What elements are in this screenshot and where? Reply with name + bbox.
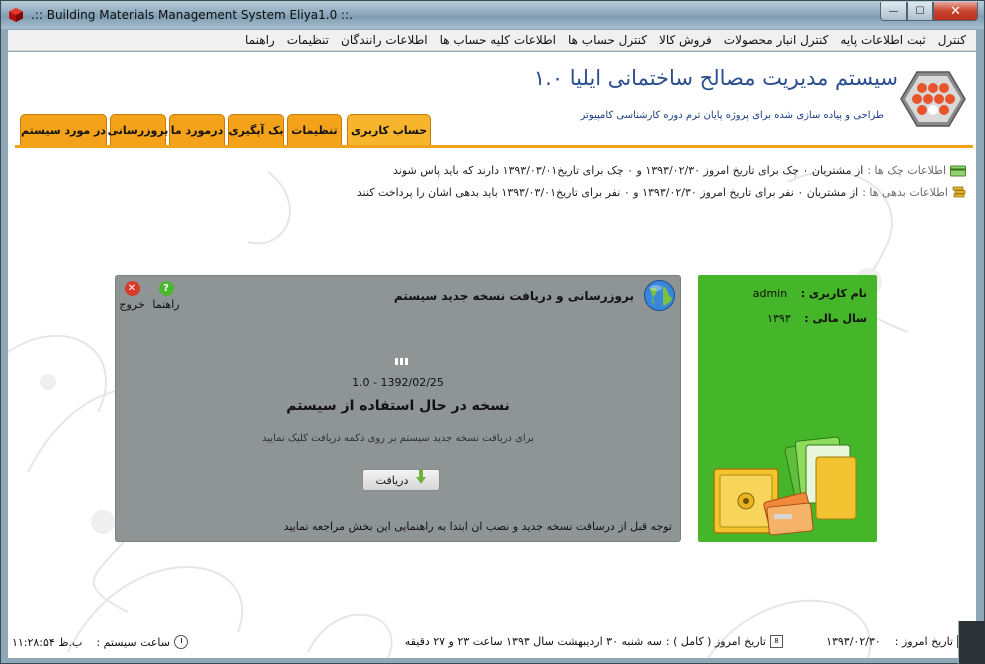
fiscal-year-label: سال مالی : [804,312,867,325]
maximize-button[interactable]: ☐ [907,2,933,21]
menu-help[interactable]: راهنما [239,33,281,47]
today-full-label: تاریخ امروز ( کامل ) : [665,635,766,648]
menu-base-info[interactable]: ثبت اطلاعات پایه [834,33,931,47]
tab-user-account[interactable]: حساب کاربری [347,114,431,146]
download-arrow-icon [416,469,427,484]
download-button[interactable]: دریافت [362,469,440,491]
menu-accounts-info[interactable]: اطلاعات کلیه حساب ها [434,33,562,47]
clock-icon [174,635,188,649]
menu-accounts-control[interactable]: کنترل حساب ها [562,33,653,47]
safe-and-folders-illustration [713,436,857,536]
app-heading: سیستم مدیریت مصالح ساختمانی ایلیا ۱.۰ [533,66,898,90]
status-clock: ساعت سیستم : ب.ظ ۱۱:۲۸:۵۴ [12,635,188,649]
clock-value: ب.ظ ۱۱:۲۸:۵۴ [11,635,83,649]
menu-bar: کنترل ثبت اطلاعات پایه کنترل انبار محصول… [8,30,976,51]
loading-indicator-icon [395,358,408,365]
app-subtitle: طراحی و پیاده سازی شده برای پروژه پایان … [580,110,884,121]
cheques-info: اطلاعات چک ها : از مشتریان ۰ چک برای تار… [393,164,966,177]
app-cube-icon [9,8,23,22]
today-full-value: سه شنبه ۳۰ اردیبهشت سال ۱۳۹۳ ساعت ۲۳ و ۲… [404,635,662,648]
status-today-full: 8 تاریخ امروز ( کامل ) : سه شنبه ۳۰ اردی… [405,635,783,648]
calendar-icon: 8 [770,635,783,648]
fiscal-year-row: سال مالی : ۱۳۹۳ [767,312,867,325]
update-panel-header: بروزرسانی و دریافت نسخه جدید سیستم ? راه… [116,276,680,316]
menu-sales[interactable]: فروش کالا [653,33,718,47]
help-button[interactable]: ? راهنما [148,281,184,311]
username-label: نام کاربری : [800,287,867,300]
username-value: admin [752,287,788,300]
window-title: .:: Building Materials Management System… [31,8,353,22]
exit-label: خروج [119,298,145,311]
menu-warehouse[interactable]: کنترل انبار محصولات [718,33,835,47]
tab-backup[interactable]: بک آپگیری [228,114,284,145]
current-version: 1.0 - 1392/02/25 [352,376,444,389]
help-icon: ? [158,281,174,296]
main-area: سیستم مدیریت مصالح ساختمانی ایلیا ۱.۰ طر… [8,52,976,658]
tab-underline [15,145,973,148]
window-controls: — ☐ ✕ [880,2,978,21]
menu-drivers[interactable]: اطلاعات رانندگان [335,33,434,47]
app-window: .:: Building Materials Management System… [0,0,985,664]
help-label: راهنما [152,298,180,311]
card-icon [950,165,966,176]
tab-update[interactable]: بروزرسانی [108,114,168,145]
tab-about-us[interactable]: درمورد ما [169,114,225,145]
close-button[interactable]: ✕ [933,2,978,21]
debts-label: اطلاعات بدهی ها : [862,185,948,199]
menu-control[interactable]: کنترل [932,33,972,47]
status-bar: تاریخ امروز : ۱۳۹۳/۰۲/۳۰ 8 تاریخ امروز (… [8,627,976,658]
taskbar-thumbnail[interactable] [958,621,985,664]
globe-update-icon [644,280,675,311]
menu-settings[interactable]: تنظیمات [281,33,335,47]
update-panel-title: بروزرسانی و دریافت نسخه جدید سیستم [393,289,634,303]
debts-info: اطلاعات بدهی ها : از مشتریان ۰ نفر برای … [357,185,966,199]
debts-text: از مشتریان ۰ نفر برای تاریخ امروز ۱۳۹۳/۰… [356,185,859,199]
download-instruction: برای دریافت نسخه جدید سیستم بر روی دکمه … [262,433,534,444]
fiscal-year-value: ۱۳۹۳ [767,312,791,325]
today-label: تاریخ امروز : [894,635,953,648]
username-row: نام کاربری : admin [753,287,867,300]
status-today: تاریخ امروز : ۱۳۹۳/۰۲/۳۰ [826,635,970,648]
app-logo-icon [900,71,966,127]
update-panel: بروزرسانی و دریافت نسخه جدید سیستم ? راه… [115,275,681,542]
tab-settings[interactable]: تنظیمات [287,114,342,145]
coins-icon [952,186,966,198]
cheques-text: از مشتریان ۰ چک برای تاریخ امروز ۱۳۹۳/۰۲… [393,164,864,177]
clock-label: ساعت سیستم : [96,635,170,649]
title-bar[interactable]: .:: Building Materials Management System… [1,1,984,29]
exit-icon: ✕ [124,281,140,296]
tab-about-system[interactable]: در مورد سیستم [20,114,107,145]
today-value: ۱۳۹۳/۰۲/۳۰ [826,635,881,648]
minimize-button[interactable]: — [880,2,907,21]
cheques-label: اطلاعات چک ها : [867,164,946,177]
user-info-panel: نام کاربری : admin سال مالی : ۱۳۹۳ [698,275,877,542]
update-note: توجه قبل از درسافت نسخه جدید و نصب ان اب… [283,520,672,533]
download-label: دریافت [375,473,409,487]
current-version-label: نسخه در حال استفاده از سیستم [286,398,510,414]
exit-button[interactable]: ✕ خروج [114,281,150,311]
